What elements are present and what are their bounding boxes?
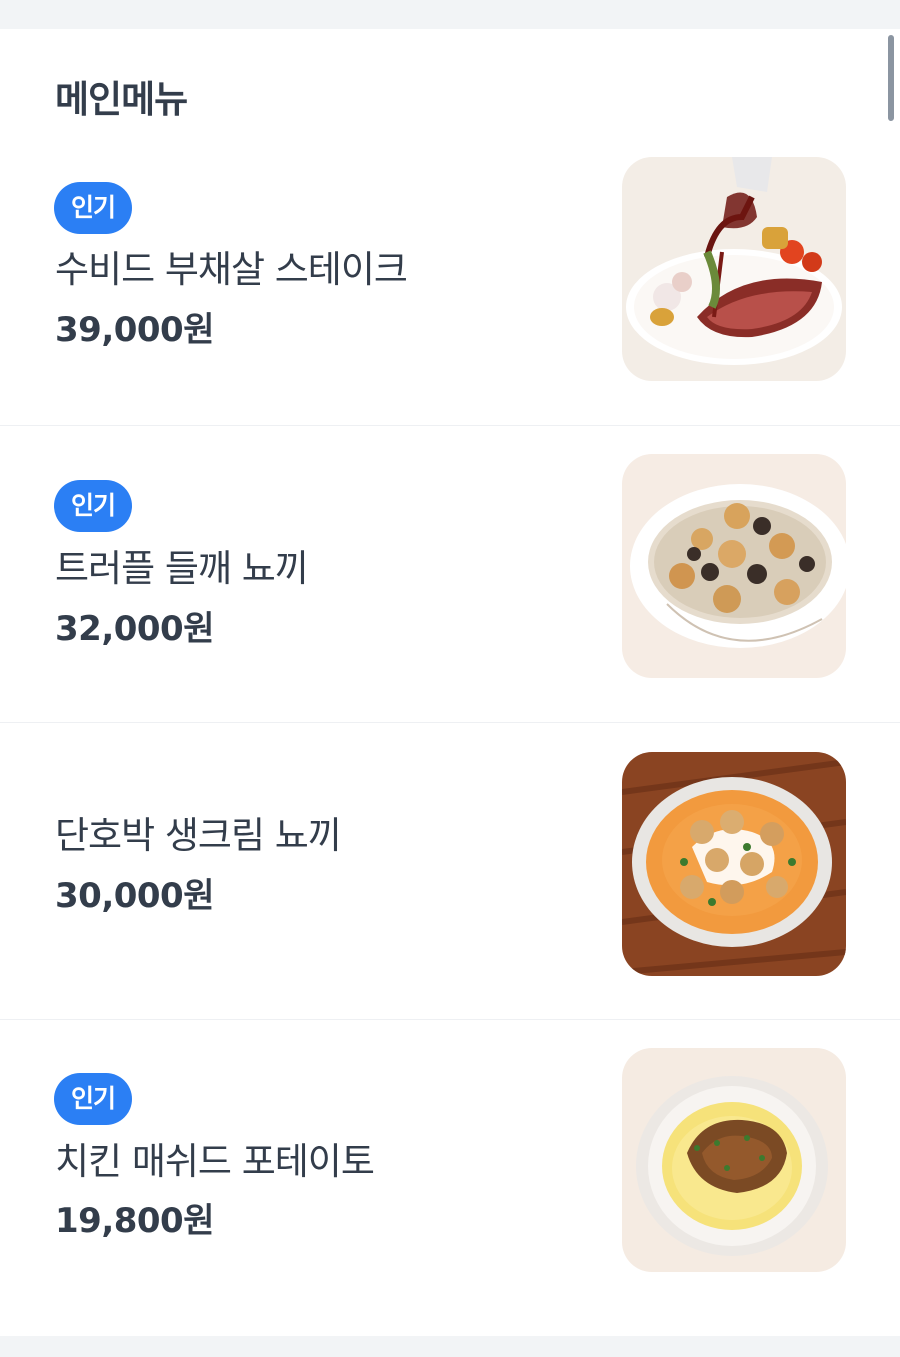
menu-item-price: 30,000원: [55, 876, 214, 916]
section-title: 메인메뉴: [55, 78, 188, 121]
menu-item-name: 수비드 부채살 스테이크: [55, 248, 408, 291]
main-menu-section: 메인메뉴 인기 수비드 부채살 스테이크 39,000원 인기 트러플 들깨 뇨…: [0, 29, 900, 1336]
menu-item[interactable]: 단호박 생크림 뇨끼 30,000원: [0, 723, 900, 1020]
menu-item-name: 트러플 들깨 뇨끼: [55, 547, 309, 590]
menu-item[interactable]: 인기 수비드 부채살 스테이크 39,000원: [0, 129, 900, 426]
menu-item-name: 치킨 매쉬드 포테이토: [55, 1140, 375, 1183]
menu-item[interactable]: 인기 치킨 매쉬드 포테이토 19,800원: [0, 1020, 900, 1317]
popular-badge: 인기: [54, 1073, 132, 1125]
popular-badge: 인기: [54, 480, 132, 532]
steak-plate-image: [622, 157, 846, 381]
menu-item-price: 32,000원: [55, 609, 214, 649]
menu-item[interactable]: 인기 트러플 들깨 뇨끼 32,000원: [0, 426, 900, 723]
menu-item-name: 단호박 생크림 뇨끼: [55, 814, 342, 857]
menu-item-price: 39,000원: [55, 310, 214, 350]
popular-badge: 인기: [54, 182, 132, 234]
pumpkin-gnocchi-image: [622, 752, 846, 976]
menu-item-price: 19,800원: [55, 1201, 214, 1241]
truffle-gnocchi-image: [622, 454, 846, 678]
scrollbar[interactable]: [888, 35, 894, 121]
chicken-mashed-potato-image: [622, 1048, 846, 1272]
